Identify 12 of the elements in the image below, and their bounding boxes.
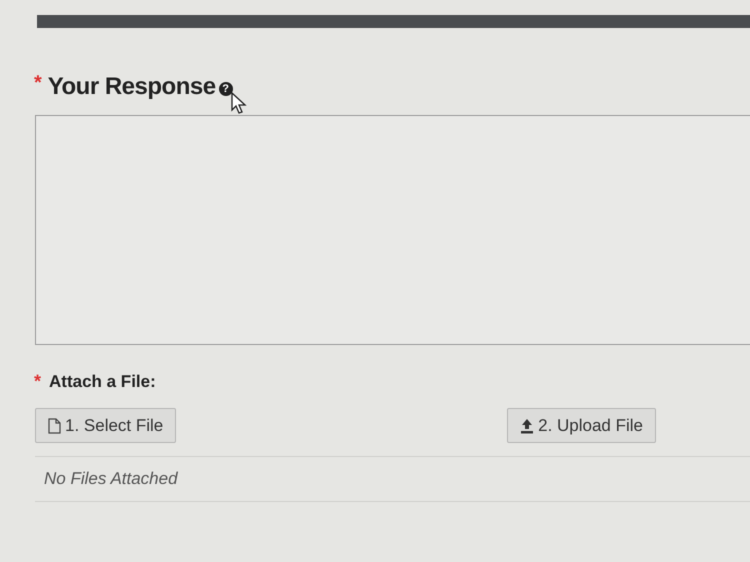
document-icon xyxy=(48,418,61,434)
upload-icon xyxy=(520,418,534,434)
pointer-cursor-icon xyxy=(231,92,249,114)
response-field[interactable] xyxy=(35,115,750,345)
field-label: Attach a File: xyxy=(49,372,156,392)
required-mark: * xyxy=(34,72,42,95)
required-mark: * xyxy=(34,371,42,392)
upload-file-button[interactable]: 2. Upload File xyxy=(507,408,656,443)
help-icon[interactable]: ? xyxy=(218,82,233,96)
select-file-button[interactable]: 1. Select File xyxy=(35,408,176,443)
attachment-status: No Files Attached xyxy=(35,456,750,502)
field-label: Your Response xyxy=(48,73,216,101)
